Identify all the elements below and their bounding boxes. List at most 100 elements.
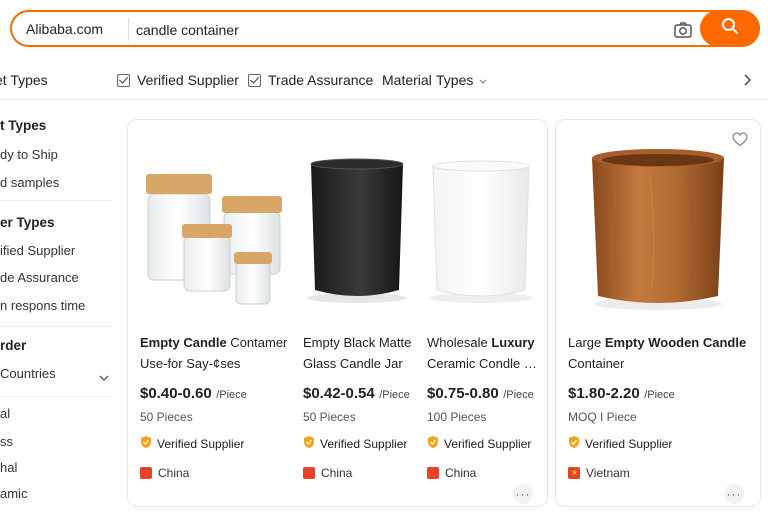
filter-types-dropdown[interactable]: Types (436, 72, 487, 88)
verified-label: Verified Supplier (585, 436, 673, 451)
filter-label: Trade Assurance (268, 72, 374, 88)
sidebar-divider (0, 200, 112, 201)
product-title-text: Contamer (226, 335, 288, 350)
filter-trade-assurance[interactable]: Trade Assurance (248, 72, 373, 88)
product-country: China (303, 466, 352, 480)
product-card[interactable]: Empty Candle Contamer Use-for Say-¢ses $… (128, 120, 288, 506)
product-title[interactable]: Wholesale Luxury Ceramic Condle C... (427, 332, 541, 374)
search-icon (721, 17, 739, 40)
sidebar-heading-supplier-types: er Types (0, 215, 55, 230)
product-title[interactable]: Large Empty Wooden Candle Container (568, 332, 752, 374)
product-moq: 50 Pieces (140, 410, 193, 424)
product-group-card: Empty Candle Contamer Use-for Say-¢ses $… (127, 119, 548, 507)
country-label: China (321, 466, 353, 480)
product-card[interactable]: Large Empty Wooden Candle Container $1.8… (555, 119, 761, 507)
sidebar-item-material[interactable]: ss (0, 434, 13, 449)
product-card[interactable]: Wholesale Luxury Ceramic Condle C... $0.… (415, 120, 547, 506)
product-title-bold: Empty Wooden Candle (604, 335, 747, 350)
product-moq: MOQ I Piece (568, 410, 637, 424)
product-image[interactable] (297, 132, 417, 322)
verified-label: Verified Supplier (157, 436, 245, 451)
product-price: $0.42-0.54 /Piece (303, 385, 410, 403)
verified-shield-icon (140, 435, 152, 452)
price-range: $0.40-0.60 (140, 385, 212, 402)
product-title-text: Large (568, 335, 605, 350)
product-title[interactable]: Empty Candle Contamer Use-for Say-¢ses (140, 332, 290, 374)
price-unit: /Piece (216, 389, 247, 401)
product-country: ★ Vietnam (568, 466, 630, 480)
sidebar-item-material[interactable]: al (0, 406, 10, 421)
search-divider (128, 18, 129, 41)
filter-label: Types (436, 72, 474, 88)
camera-icon[interactable] (673, 20, 693, 40)
product-price: $0.75-0.80 /Piece (427, 385, 534, 403)
sidebar-countries-dropdown[interactable]: Countries (0, 366, 56, 381)
china-flag-icon (303, 467, 315, 479)
product-title[interactable]: Empty Black Matte Glass Candle Jar (303, 332, 419, 374)
price-range: $1.80-2.20 (568, 385, 640, 402)
price-unit: /Piece (644, 389, 675, 401)
verified-supplier-badge: Verified Supplier (568, 435, 672, 452)
sidebar-item-paid-samples[interactable]: d samples (0, 175, 59, 190)
vietnam-flag-icon: ★ (568, 467, 580, 479)
chevron-down-icon (479, 72, 487, 88)
china-flag-icon (427, 467, 439, 479)
sidebar-item-trade-assurance[interactable]: de Assurance (0, 270, 79, 285)
filter-bar: et Types Verified Supplier Trade Assuran… (0, 60, 768, 100)
product-price: $0.40-0.60 /Piece (140, 385, 247, 403)
search-input[interactable] (136, 17, 656, 42)
product-image[interactable] (570, 132, 746, 322)
chevron-down-icon[interactable] (99, 370, 109, 385)
product-title-bold: Luxury (491, 335, 535, 350)
product-moq: 100 Pieces (427, 410, 487, 424)
sidebar-divider (0, 396, 112, 397)
verified-shield-icon (427, 435, 439, 452)
product-moq: 50 Pieces (303, 410, 356, 424)
filter-material[interactable]: Material (382, 72, 432, 88)
product-card[interactable]: Empty Black Matte Glass Candle Jar $0.42… (291, 120, 415, 506)
product-country: China (140, 466, 189, 480)
chevron-right-icon[interactable] (742, 73, 752, 87)
verified-supplier-badge: Verified Supplier (427, 435, 531, 452)
sidebar-item-response-time[interactable]: n respons time (0, 298, 85, 313)
country-label: Vietnam (586, 466, 630, 480)
product-country: China (427, 466, 476, 480)
sidebar-heading-product-types: t Types (0, 118, 47, 133)
country-label: China (158, 466, 190, 480)
sidebar-divider (0, 326, 112, 327)
price-range: $0.75-0.80 (427, 385, 499, 402)
price-range: $0.42-0.54 (303, 385, 375, 402)
site-selector[interactable]: Alibaba.com (26, 21, 103, 37)
filter-product-types[interactable]: et Types (0, 72, 48, 88)
filter-sidebar: t Types dy to Ship d samples er Types if… (0, 104, 115, 512)
product-title-line2: Use-for Say-¢ses (140, 356, 241, 371)
search-button[interactable] (700, 10, 760, 47)
product-title-line2: Glass Candle Jar (303, 356, 403, 371)
verified-shield-icon (568, 435, 580, 452)
checkbox-checked-icon[interactable] (117, 73, 130, 87)
product-title-text: Wholesale (427, 335, 492, 350)
more-options-icon[interactable]: ··· (513, 484, 533, 504)
checkbox-checked-icon[interactable] (248, 73, 261, 87)
verified-supplier-badge: Verified Supplier (303, 435, 407, 452)
more-options-icon[interactable]: ··· (724, 484, 744, 504)
filter-verified-supplier[interactable]: Verified Supplier (117, 72, 239, 88)
verified-label: Verified Supplier (320, 436, 408, 451)
sidebar-item-material[interactable]: amic (0, 486, 27, 501)
verified-supplier-badge: Verified Supplier (140, 435, 244, 452)
sidebar-item-ready-to-ship[interactable]: dy to Ship (0, 147, 58, 162)
verified-label: Verified Supplier (444, 436, 532, 451)
product-title-line2: Ceramic Condle C... (427, 356, 541, 371)
product-image[interactable] (419, 132, 543, 322)
price-unit: /Piece (379, 389, 410, 401)
product-title-line2: Container (568, 356, 625, 371)
china-flag-icon (140, 467, 152, 479)
sidebar-item-material[interactable]: hal (0, 460, 17, 475)
product-image[interactable] (134, 132, 284, 322)
verified-shield-icon (303, 435, 315, 452)
price-unit: /Piece (503, 389, 534, 401)
sidebar-item-verified-supplier[interactable]: ified Supplier (0, 243, 75, 258)
product-title-text: Empty Black Matte (303, 335, 412, 350)
product-title-bold: Empty Candle (140, 335, 227, 350)
search-bar: Alibaba.com (10, 10, 760, 47)
